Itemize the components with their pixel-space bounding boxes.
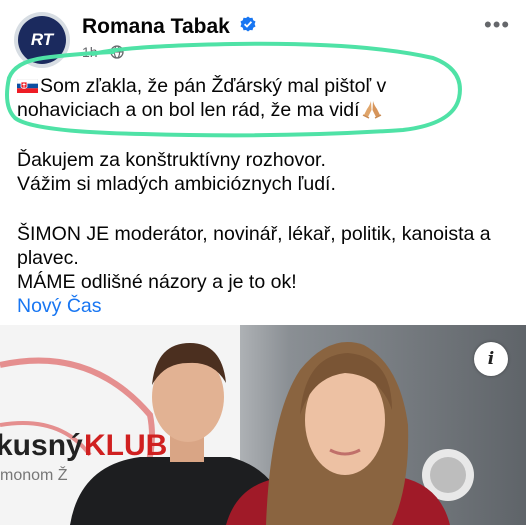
post-para3-line-1: ŠIMON JE moderátor, novinář, lékař, poli… <box>17 223 491 245</box>
post-para3-line-2: plavec. <box>17 247 79 269</box>
post-line-2: nohaviciach a on bol len rád, že ma vidí <box>17 99 360 121</box>
post-meta: 1h · <box>82 44 124 60</box>
sign-text-1: kusný <box>0 429 83 462</box>
verified-badge-icon <box>240 16 256 32</box>
post-paragraph-3: ŠIMON JE moderátor, novinář, lékař, poli… <box>17 222 491 318</box>
post-header: RT Romana Tabak 1h · ••• <box>0 0 526 68</box>
post-text: Som zľakla, že pán Žďárský mal pištoľ v … <box>17 74 517 317</box>
post-photo[interactable]: kusný KLUB monom Ž <box>0 325 526 525</box>
photo-illustration: kusný KLUB monom Ž <box>0 325 526 525</box>
meta-separator: · <box>101 44 107 60</box>
sign-text-3: monom Ž <box>0 465 68 484</box>
author-name[interactable]: Romana Tabak <box>82 15 256 39</box>
post-para3-line-3: MÁME odlišné názory a je to ok! <box>17 271 297 293</box>
author-name-text[interactable]: Romana Tabak <box>82 15 230 38</box>
post-para2-line-2: Vážim si mladých ambicióznych ľudí. <box>17 173 336 195</box>
post-paragraph-1: Som zľakla, že pán Žďárský mal pištoľ v … <box>17 74 517 122</box>
globe-icon <box>110 45 124 59</box>
avatar-initials: RT <box>18 16 66 64</box>
post-paragraph-2: Ďakujem za konštruktívny rozhovor. Vážim… <box>17 148 336 196</box>
post-time[interactable]: 1h <box>82 44 98 60</box>
source-link[interactable]: Nový Čas <box>17 295 102 317</box>
slovak-flag-icon <box>17 79 38 93</box>
post-para2-line-1: Ďakujem za konštruktívny rozhovor. <box>17 149 326 171</box>
info-icon[interactable]: i <box>474 342 508 376</box>
post-line-1: Som zľakla, že pán Žďárský mal pištoľ v <box>40 75 387 97</box>
avatar[interactable]: RT <box>14 12 70 68</box>
folded-hands-icon <box>362 101 381 119</box>
more-icon[interactable]: ••• <box>484 12 510 38</box>
